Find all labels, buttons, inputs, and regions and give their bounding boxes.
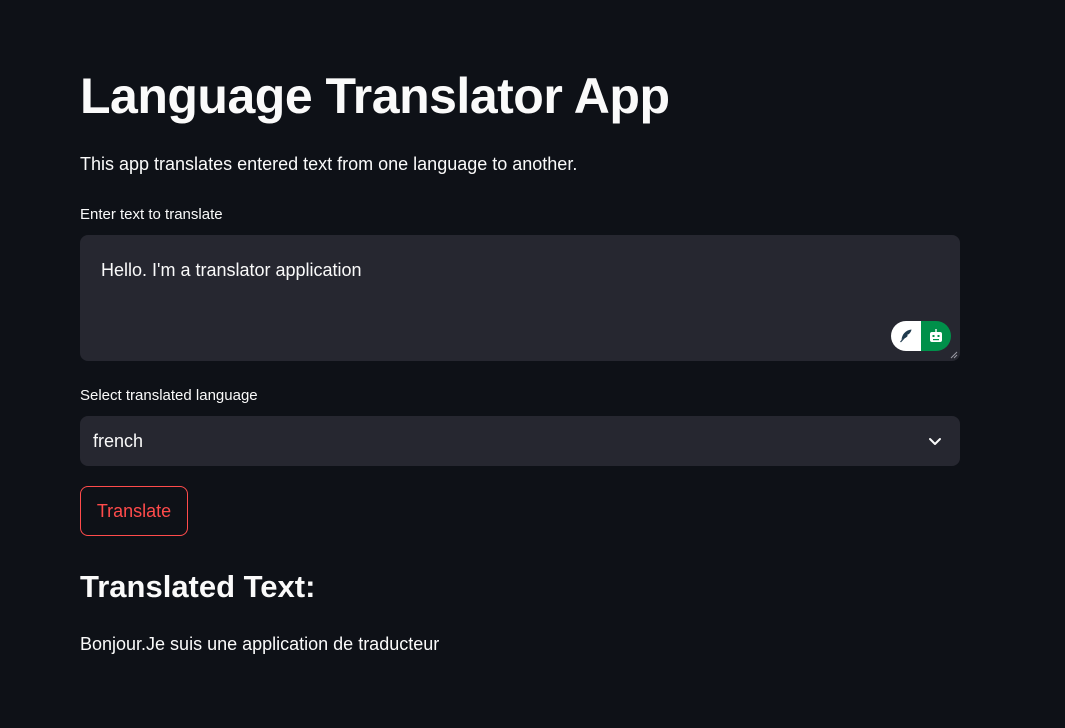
language-select-label: Select translated language — [80, 387, 258, 404]
page-title: Language Translator App — [80, 68, 670, 124]
chevron-down-icon[interactable] — [927, 433, 943, 449]
resize-handle-icon[interactable] — [950, 351, 958, 359]
text-input[interactable]: Hello. I'm a translator application — [80, 235, 960, 361]
translated-text-header: Translated Text: — [80, 569, 316, 604]
language-select[interactable]: french — [80, 416, 960, 466]
text-input-label: Enter text to translate — [80, 206, 223, 223]
robot-icon[interactable] — [921, 321, 951, 351]
translate-button[interactable]: Translate — [80, 486, 188, 536]
feather-icon[interactable] — [891, 321, 921, 351]
translated-text: Bonjour.Je suis une application de tradu… — [80, 634, 440, 654]
language-select-value: french — [93, 431, 144, 451]
extension-widget[interactable] — [891, 321, 951, 351]
app-description: This app translates entered text from on… — [80, 154, 578, 174]
text-input-container: Hello. I'm a translator application — [80, 235, 960, 361]
